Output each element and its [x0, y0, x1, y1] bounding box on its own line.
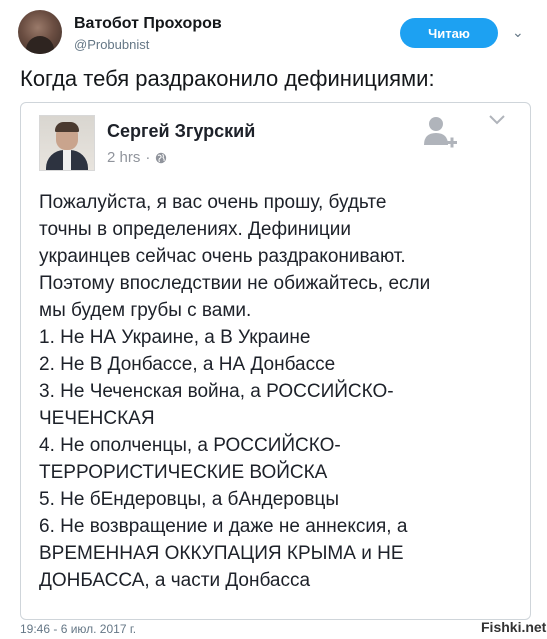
fb-post-line: украинцев сейчас очень раздраконивают. [39, 246, 406, 267]
fb-post-line: 4. Не ополченцы, а РОССИЙСКО- [39, 435, 341, 456]
fb-post-time: 2 hrs [107, 149, 141, 166]
watermark: Fishki.net [481, 619, 547, 635]
fb-post-line: 1. Не НА Украине, а В Украине [39, 327, 311, 348]
fb-post-line: 5. Не бЕндеровцы, а бАндеровцы [39, 489, 340, 510]
embedded-post-screenshot: Сергей Згурский 2 hrs · Пожалуйста, я ва… [20, 102, 531, 620]
chevron-down-icon [489, 115, 505, 125]
fb-post-line: 6. Не возвращение и даже не аннексия, а [39, 516, 408, 537]
fb-post-line: Поэтому впоследствии не обижайтесь, если [39, 273, 431, 294]
fb-post-line: ДОНБАССА, а части Донбасса [39, 570, 311, 591]
fb-post-text: Пожалуйста, я вас очень прошу, будьте точ… [39, 189, 521, 594]
chevron-down-icon[interactable]: ⌄ [512, 24, 524, 41]
add-friend-icon [424, 117, 457, 148]
tweet-timestamp[interactable]: 19:46 - 6 июл. 2017 г. [20, 622, 136, 636]
fb-post-meta: 2 hrs · [107, 149, 167, 166]
fb-author-name: Сергей Згурский [107, 121, 256, 141]
avatar[interactable] [18, 10, 62, 54]
fb-post-line: точны в определениях. Дефиниции [39, 219, 351, 240]
follow-button[interactable]: Читаю [400, 18, 498, 48]
tweet-text: Когда тебя раздраконило дефинициями: [20, 66, 435, 91]
fb-post-line: Пожалуйста, я вас очень прошу, будьте [39, 192, 387, 213]
fb-post-line: ЧЕЧЕНСКАЯ [39, 408, 155, 429]
tweet-header: Ватобот Прохоров @Probubnist Читаю ⌄ [18, 10, 530, 56]
fb-post-line: мы будем грубы с вами. [39, 300, 252, 321]
fb-author-photo [39, 115, 95, 171]
fb-post-line: ВРЕМЕННАЯ ОККУПАЦИЯ КРЫМА и НЕ [39, 543, 404, 564]
fb-post-line: 3. Не Чеченская война, а РОССИЙСКО- [39, 381, 394, 402]
author-handle[interactable]: @Probubnist [74, 37, 149, 52]
author-name[interactable]: Ватобот Прохоров [74, 15, 222, 33]
globe-icon [156, 152, 167, 163]
fb-meta-separator: · [145, 149, 151, 166]
fb-post-line: ТЕРРОРИСТИЧЕСКИЕ ВОЙСКА [39, 462, 328, 483]
fb-post-line: 2. Не В Донбассе, а НА Донбассе [39, 354, 336, 375]
